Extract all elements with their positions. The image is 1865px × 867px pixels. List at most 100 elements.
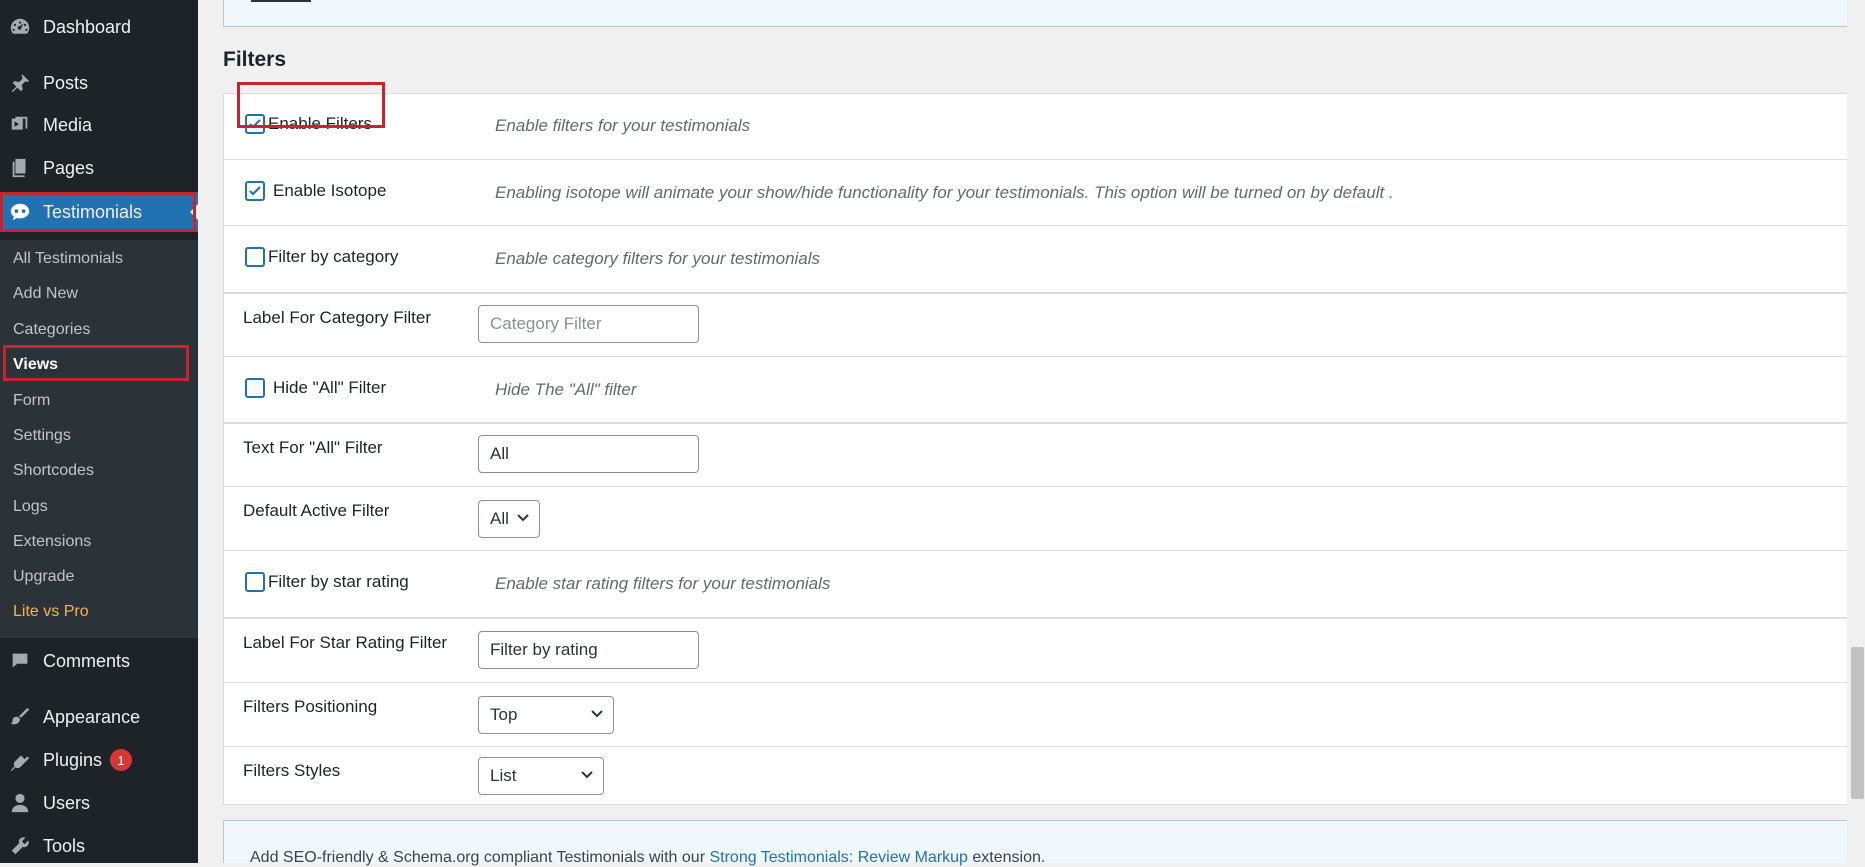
submenu-shortcodes[interactable]: Shortcodes — [13, 462, 94, 480]
menu-label: Users — [43, 792, 91, 813]
chevron-down-icon — [581, 771, 593, 779]
filter-category-desc: Enable category filters for your testimo… — [495, 249, 821, 268]
menu-label: Media — [43, 114, 93, 135]
notice-prefix: Add SEO-friendly & Schema.org compliant … — [250, 849, 710, 866]
positioning-label: Filters Positioning — [243, 697, 378, 716]
media-icon — [8, 113, 32, 137]
brush-icon — [8, 705, 32, 729]
user-icon — [8, 791, 32, 815]
testimonials-icon — [8, 200, 32, 224]
menu-testimonials[interactable]: Testimonials — [0, 192, 198, 232]
enable-filters-checkbox[interactable] — [245, 114, 265, 134]
menu-label: Dashboard — [43, 16, 132, 37]
filter-star-checkbox[interactable] — [245, 572, 265, 592]
row-default-active: Default Active Filter All — [224, 487, 1847, 551]
chevron-down-icon — [591, 710, 603, 718]
section-title: Filters — [223, 48, 287, 71]
label-star-label: Label For Star Rating Filter — [243, 633, 448, 652]
row-enable-filters: Enable Filters Enable filters for your t… — [224, 82, 1847, 160]
menu-label: Plugins — [43, 749, 103, 770]
text-all-label: Text For "All" Filter — [243, 438, 383, 457]
enable-isotope-desc: Enabling isotope will animate your show/… — [495, 183, 1394, 202]
plugin-icon — [8, 748, 32, 772]
menu-users[interactable]: Users — [0, 783, 198, 823]
default-active-select[interactable]: All — [478, 500, 540, 538]
menu-dashboard[interactable]: Dashboard — [0, 7, 198, 47]
scrollbar-thumb[interactable] — [1851, 647, 1864, 799]
menu-tools[interactable]: Tools — [0, 826, 198, 866]
hide-all-desc: Hide The "All" filter — [495, 380, 637, 399]
submenu-lite-vs-pro[interactable]: Lite vs Pro — [13, 603, 89, 621]
menu-appearance[interactable]: Appearance — [0, 697, 198, 737]
review-markup-link[interactable]: Strong Testimonials: Review Markup — [709, 849, 967, 866]
checkmark-icon — [249, 186, 261, 196]
menu-plugins[interactable]: Plugins 1 — [0, 740, 198, 780]
submenu-add-new[interactable]: Add New — [13, 285, 78, 303]
positioning-select[interactable]: Top — [478, 696, 614, 734]
wrench-icon — [8, 834, 32, 858]
submenu-logs[interactable]: Logs — [13, 498, 48, 516]
row-enable-isotope: Enable Isotope Enabling isotope will ani… — [224, 160, 1847, 226]
admin-sidebar: Dashboard Posts Media Pages Testimonials… — [0, 0, 198, 863]
row-label-star: Label For Star Rating Filter Filter by r… — [224, 619, 1847, 683]
row-filter-category: Filter by category Enable category filte… — [224, 226, 1847, 294]
row-filter-star: Filter by star rating Enable star rating… — [224, 551, 1847, 619]
comment-icon — [8, 649, 32, 673]
submenu-all-testimonials[interactable]: All Testimonials — [13, 250, 123, 268]
hide-all-checkbox[interactable] — [245, 378, 265, 398]
submenu-views[interactable]: Views — [13, 356, 58, 374]
menu-label: Appearance — [43, 706, 141, 727]
menu-media[interactable]: Media — [0, 105, 198, 145]
enable-isotope-label: Enable Isotope — [273, 181, 387, 200]
styles-select[interactable]: List — [478, 757, 604, 795]
pages-icon — [8, 156, 32, 180]
row-positioning: Filters Positioning Top — [224, 683, 1847, 747]
text-all-input[interactable]: All — [478, 435, 699, 473]
pin-icon — [8, 71, 32, 95]
notice-underline — [251, 0, 311, 2]
submenu-extensions[interactable]: Extensions — [13, 533, 91, 551]
hide-all-label: Hide "All" Filter — [273, 378, 387, 397]
filter-star-label: Filter by star rating — [268, 572, 409, 591]
enable-isotope-checkbox[interactable] — [245, 181, 265, 201]
menu-label: Comments — [43, 650, 131, 671]
checkmark-icon — [249, 119, 261, 129]
submenu-categories[interactable]: Categories — [13, 321, 90, 339]
dashboard-icon — [8, 15, 32, 39]
chevron-down-icon — [517, 514, 529, 522]
plugins-update-badge: 1 — [110, 749, 133, 771]
notice-suffix: extension. — [967, 849, 1046, 866]
menu-posts[interactable]: Posts — [0, 63, 198, 103]
select-value: Top — [490, 705, 518, 724]
enable-filters-label: Enable Filters — [268, 114, 372, 133]
top-notice — [223, 0, 1848, 27]
styles-label: Filters Styles — [243, 761, 341, 780]
label-category-label: Label For Category Filter — [243, 308, 432, 327]
filter-star-desc: Enable star rating filters for your test… — [495, 574, 831, 593]
submenu-upgrade[interactable]: Upgrade — [13, 568, 74, 586]
select-value: List — [490, 766, 517, 785]
filter-category-label: Filter by category — [268, 247, 399, 266]
testimonials-submenu: All Testimonials Add New Categories View… — [0, 240, 198, 638]
filters-panel: Enable Filters Enable filters for your t… — [223, 82, 1848, 805]
category-filter-label-input[interactable]: Category Filter — [478, 305, 699, 343]
row-hide-all: Hide "All" Filter Hide The "All" filter — [224, 357, 1847, 424]
filter-category-checkbox[interactable] — [245, 247, 265, 267]
current-arrow — [190, 204, 198, 220]
menu-pages[interactable]: Pages — [0, 148, 198, 188]
submenu-settings[interactable]: Settings — [13, 427, 71, 445]
row-styles: Filters Styles List — [224, 747, 1847, 804]
enable-filters-desc: Enable filters for your testimonials — [495, 116, 751, 135]
menu-label: Testimonials — [43, 201, 143, 222]
submenu-form[interactable]: Form — [13, 392, 50, 410]
row-label-category: Label For Category Filter Category Filte… — [224, 294, 1847, 357]
menu-label: Pages — [43, 157, 95, 178]
default-active-label: Default Active Filter — [243, 501, 390, 520]
menu-label: Tools — [43, 835, 86, 856]
row-text-all: Text For "All" Filter All — [224, 424, 1847, 487]
star-rating-label-input[interactable]: Filter by rating — [478, 631, 699, 669]
menu-comments[interactable]: Comments — [0, 641, 198, 681]
menu-label: Posts — [43, 72, 89, 93]
select-value: All — [490, 509, 509, 528]
bottom-notice: Add SEO-friendly & Schema.org compliant … — [223, 820, 1848, 866]
